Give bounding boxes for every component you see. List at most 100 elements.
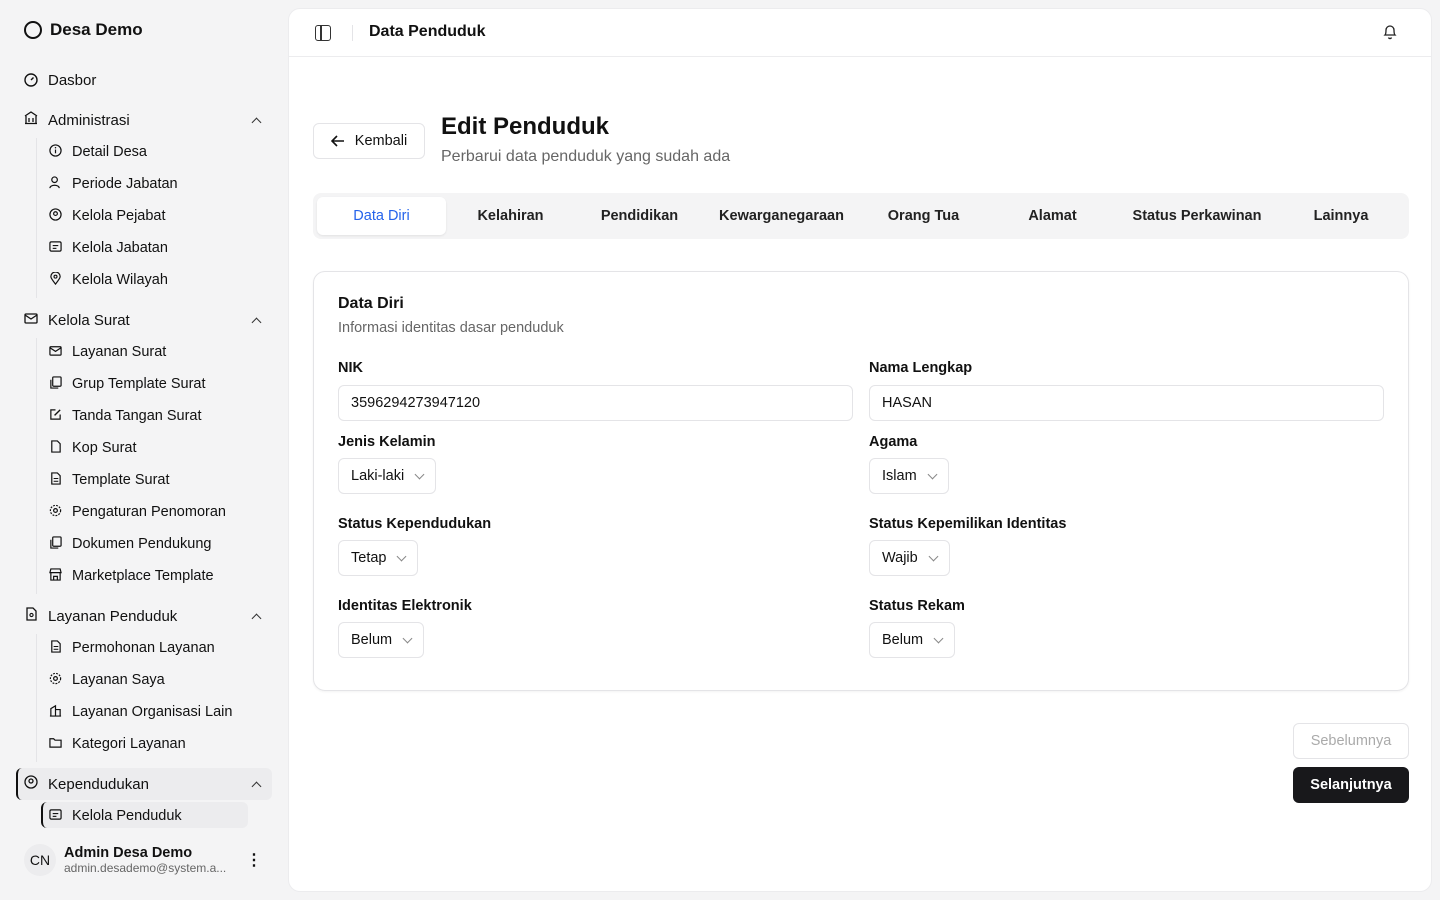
- sidebar-item-label: Pengaturan Penomoran: [72, 504, 226, 520]
- sidebar-item-layanan-organisasi-lain[interactable]: Layanan Organisasi Lain: [49, 700, 232, 724]
- status-kependudukan-label: Status Kependudukan: [338, 516, 492, 532]
- sidebar-item-kelola-wilayah[interactable]: Kelola Wilayah: [49, 268, 168, 292]
- tab-lainnya[interactable]: Lainnya: [1277, 197, 1405, 235]
- sidebar-item-permohonan-layanan[interactable]: Permohonan Layanan: [49, 636, 215, 660]
- card-description: Informasi identitas dasar penduduk: [338, 320, 564, 336]
- chevron-down-icon: [397, 551, 407, 561]
- sidebar-item-label: Layanan Surat: [72, 344, 167, 360]
- topbar: Data Penduduk: [289, 9, 1431, 57]
- sidebar-item-periode-jabatan[interactable]: Periode Jabatan: [49, 172, 178, 196]
- brand-logo-icon: [24, 21, 42, 39]
- nik-input[interactable]: 3596294273947120: [338, 385, 853, 421]
- sidebar-item-detail-desa[interactable]: Detail Desa: [49, 140, 147, 164]
- sidebar-rail: [36, 138, 37, 298]
- sidebar-item-dasbor[interactable]: Dasbor: [24, 68, 96, 92]
- sidebar: Desa Demo Dasbor Administrasi Detail Des…: [0, 0, 288, 900]
- sidebar-item-label: Kelola Penduduk: [72, 808, 182, 824]
- status-rekam-select[interactable]: Belum: [869, 622, 956, 658]
- tab-kelahiran[interactable]: Kelahiran: [446, 197, 575, 235]
- sidebar-item-marketplace-template[interactable]: Marketplace Template: [49, 564, 214, 588]
- tab-data-diri[interactable]: Data Diri: [317, 197, 446, 235]
- nama-lengkap-label: Nama Lengkap: [869, 360, 973, 376]
- chevron-down-icon: [927, 469, 938, 479]
- sidebar-group-layanan-penduduk[interactable]: Layanan Penduduk: [24, 604, 264, 628]
- sidebar-item-label: Marketplace Template: [72, 568, 214, 584]
- file-text-icon: [49, 639, 62, 657]
- sidebar-group-label: Layanan Penduduk: [48, 607, 178, 625]
- chevron-up-icon: [251, 317, 262, 327]
- more-vertical-icon[interactable]: ⋮: [244, 850, 264, 870]
- agama-label: Agama: [869, 434, 918, 450]
- sidebar-item-kelola-jabatan[interactable]: Kelola Jabatan: [49, 236, 168, 260]
- tab-pendidikan[interactable]: Pendidikan: [575, 197, 704, 235]
- info-icon: [49, 143, 62, 161]
- previous-button[interactable]: Sebelumnya: [1293, 723, 1409, 759]
- id-card-icon: [49, 808, 62, 825]
- sidebar-item-template-surat[interactable]: Template Surat: [49, 468, 170, 492]
- user-clock-icon: [49, 175, 62, 193]
- status-kependudukan-select[interactable]: Tetap: [338, 540, 419, 576]
- back-button-label: Kembali: [354, 133, 408, 149]
- sidebar-item-label: Permohonan Layanan: [72, 640, 215, 656]
- identitas-elektronik-label: Identitas Elektronik: [338, 598, 472, 614]
- agama-select[interactable]: Islam: [869, 458, 949, 494]
- sidebar-item-tanda-tangan-surat[interactable]: Tanda Tangan Surat: [49, 404, 202, 428]
- select-value: Belum: [882, 632, 924, 648]
- bell-icon[interactable]: [1383, 24, 1397, 40]
- arrow-left-icon: [330, 135, 344, 147]
- page-title: Edit Penduduk: [441, 113, 609, 140]
- sidebar-item-layanan-surat[interactable]: Layanan Surat: [49, 340, 166, 364]
- user-email: admin.desademo@system.a...: [64, 861, 227, 875]
- sidebar-item-label: Kategori Layanan: [72, 736, 186, 752]
- sidebar-item-label: Layanan Organisasi Lain: [72, 704, 233, 720]
- sidebar-group-kependudukan[interactable]: Kependudukan: [24, 772, 264, 796]
- tab-kewarganegaraan[interactable]: Kewarganegaraan: [704, 197, 859, 235]
- sidebar-item-grup-template-surat[interactable]: Grup Template Surat: [49, 372, 206, 396]
- sidebar-item-label: Template Surat: [72, 472, 170, 488]
- sidebar-item-layanan-saya[interactable]: Layanan Saya: [49, 668, 165, 692]
- tab-status-perkawinan[interactable]: Status Perkawinan: [1117, 197, 1277, 235]
- data-diri-card: Data Diri Informasi identitas dasar pend…: [313, 271, 1409, 691]
- sidebar-item-label: Tanda Tangan Surat: [72, 408, 202, 424]
- jenis-kelamin-select[interactable]: Laki-laki: [338, 458, 437, 494]
- sidebar-item-label: Kelola Wilayah: [72, 272, 168, 288]
- brand-name: Desa Demo: [50, 20, 143, 39]
- chevron-down-icon: [414, 469, 425, 479]
- sidebar-item-kelola-penduduk[interactable]: Kelola Penduduk: [49, 804, 182, 828]
- user-menu[interactable]: CN Admin Desa Demo admin.desademo@system…: [24, 840, 272, 880]
- select-value: Laki-laki: [351, 468, 405, 484]
- status-kepemilikan-select[interactable]: Wajib: [869, 540, 950, 576]
- back-button[interactable]: Kembali: [313, 123, 425, 159]
- sidebar-toggle-icon[interactable]: [315, 25, 331, 41]
- sidebar-item-label: Dasbor: [48, 71, 97, 89]
- sidebar-item-kelola-pejabat[interactable]: Kelola Pejabat: [49, 204, 166, 228]
- sidebar-group-kelola-surat[interactable]: Kelola Surat: [24, 308, 264, 332]
- tab-orang-tua[interactable]: Orang Tua: [859, 197, 988, 235]
- sidebar-item-label: Kop Surat: [72, 440, 137, 456]
- nama-lengkap-input[interactable]: HASAN: [869, 385, 1384, 421]
- chevron-down-icon: [402, 633, 413, 643]
- identitas-elektronik-select[interactable]: Belum: [338, 622, 425, 658]
- sidebar-item-kop-surat[interactable]: Kop Surat: [49, 436, 137, 460]
- sidebar-rail: [36, 338, 37, 594]
- settings-icon: [49, 504, 62, 521]
- sidebar-group-label: Kependudukan: [48, 775, 149, 793]
- sidebar-item-pengaturan-penomoran[interactable]: Pengaturan Penomoran: [49, 500, 226, 524]
- sidebar-item-label: Layanan Saya: [72, 672, 165, 688]
- sidebar-item-label: Detail Desa: [72, 144, 147, 160]
- brand[interactable]: Desa Demo: [24, 20, 143, 40]
- tab-alamat[interactable]: Alamat: [988, 197, 1117, 235]
- sidebar-item-dokumen-pendukung[interactable]: Dokumen Pendukung: [49, 532, 211, 556]
- sidebar-group-label: Kelola Surat: [48, 311, 130, 329]
- jenis-kelamin-label: Jenis Kelamin: [338, 434, 436, 450]
- copy-icon: [49, 375, 62, 393]
- file-icon: [49, 439, 62, 457]
- next-button[interactable]: Selanjutnya: [1293, 767, 1409, 803]
- select-value: Tetap: [351, 550, 387, 566]
- status-kepemilikan-label: Status Kepemilikan Identitas: [869, 516, 1067, 532]
- sidebar-group-administrasi[interactable]: Administrasi: [24, 108, 264, 132]
- sidebar-item-kategori-layanan[interactable]: Kategori Layanan: [49, 732, 186, 756]
- form-tabs: Data Diri Kelahiran Pendidikan Kewargane…: [313, 193, 1409, 239]
- sidebar-item-label: Kelola Jabatan: [72, 240, 168, 256]
- id-card-icon: [49, 240, 62, 257]
